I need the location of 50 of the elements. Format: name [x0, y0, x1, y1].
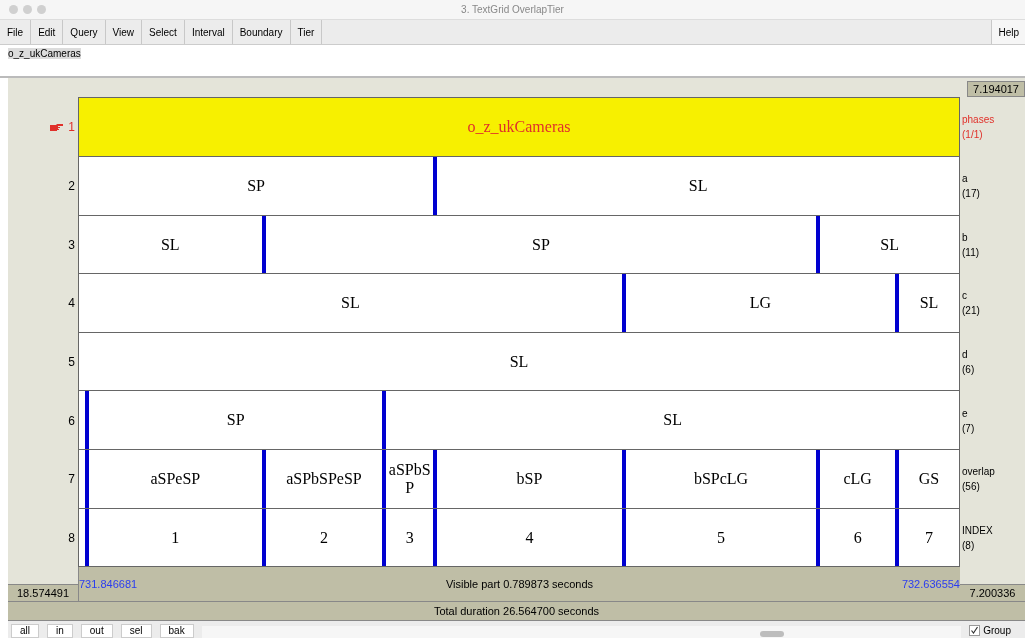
tier-name[interactable]: b	[962, 229, 1025, 245]
zoom-button[interactable]: all	[11, 623, 39, 638]
interval-cell[interactable]: SP	[79, 157, 434, 215]
interval-count: (8)	[962, 538, 976, 553]
interval-cell[interactable]: SL	[79, 215, 262, 274]
interval-cell[interactable]: SL	[79, 332, 959, 391]
interval-cell[interactable]: SL	[79, 274, 622, 332]
interval-count: (1/1)	[962, 128, 984, 142]
total-duration-bar: Total duration 26.564700 seconds	[8, 601, 1025, 622]
zoom-button[interactable]: out	[80, 623, 113, 638]
window-title: 3. TextGrid OverlapTier	[461, 4, 564, 15]
tier-name[interactable]: e	[962, 405, 1025, 421]
interval-count: (6)	[962, 363, 976, 378]
tier-number: 6	[68, 413, 75, 428]
time-box: 18.574491	[8, 584, 78, 602]
interval-count: (7)	[962, 421, 976, 436]
tier-name[interactable]: overlap	[962, 464, 1025, 480]
checkbox-label: Group	[983, 625, 1011, 637]
tier-number: 1	[68, 120, 75, 134]
tier-number: 3	[68, 237, 75, 252]
time-box: 7.194017	[967, 81, 1025, 97]
interval-count: (21)	[962, 304, 981, 319]
tier-number: 2	[68, 179, 75, 194]
tier-number: 5	[68, 355, 75, 370]
zoom-button[interactable]: sel	[120, 623, 152, 638]
zoom-button[interactable]: bak	[159, 623, 194, 638]
tier-name[interactable]: c	[962, 288, 1025, 304]
tier-name[interactable]: d	[962, 347, 1025, 363]
tier-name[interactable]: phases	[962, 112, 1025, 127]
tier-name[interactable]: a	[962, 171, 1025, 187]
zoom-button[interactable]	[37, 5, 46, 14]
tier-number: 4	[68, 296, 75, 311]
zoom-button[interactable]: in	[47, 623, 73, 638]
text-field-value[interactable]: o_z_ukCameras	[8, 48, 81, 59]
tier-name[interactable]: INDEX	[962, 522, 1025, 538]
interval-count: (17)	[962, 187, 981, 202]
minimize-button[interactable]	[23, 5, 32, 14]
end-time: 732.636554	[901, 578, 960, 591]
time-box: 7.200336	[960, 584, 1025, 602]
close-button[interactable]	[9, 5, 18, 14]
scrollbar[interactable]	[201, 625, 962, 638]
interval-cell[interactable]: o_z_ukCameras	[79, 98, 959, 156]
tier-number: 7	[68, 472, 75, 487]
pointing-hand-icon	[50, 122, 65, 132]
visible-part-label: Visible part 0.789873 seconds	[445, 578, 594, 591]
start-time: 731.846681	[79, 578, 138, 591]
tier-number: 8	[68, 530, 75, 545]
interval-count: (11)	[962, 245, 981, 260]
interval-count: (56)	[962, 480, 981, 495]
group-checkbox[interactable]	[969, 625, 981, 637]
